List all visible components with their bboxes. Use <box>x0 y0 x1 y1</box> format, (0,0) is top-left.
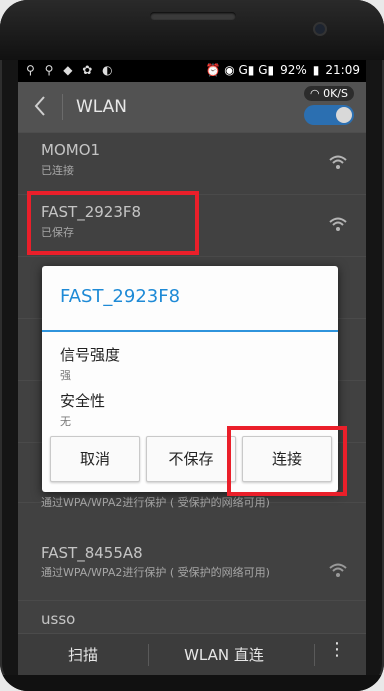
signal-strength-value: 强 <box>60 369 71 382</box>
divider <box>314 644 315 666</box>
earpiece <box>150 12 236 20</box>
status-bar: ⚲ ⚲ ◆ ✿ ◐ ⏰ ◉ G▮ G▮ 92% ▮ 21:09 <box>18 60 366 82</box>
screen: ⚲ ⚲ ◆ ✿ ◐ ⏰ ◉ G▮ G▮ 92% ▮ 21:09 WLAN ◠ 0… <box>18 60 366 675</box>
battery-level: 92% <box>280 63 307 77</box>
page-title: WLAN <box>76 97 128 117</box>
highlight-network-box <box>27 191 199 255</box>
bottom-bar: 扫描 WLAN 直连 ⋮ <box>18 633 366 675</box>
toggle-knob <box>336 107 352 123</box>
cancel-button[interactable]: 取消 <box>50 436 140 482</box>
forget-button[interactable]: 不保存 <box>146 436 236 482</box>
divider <box>62 94 63 120</box>
dialog-title: FAST_2923F8 <box>60 286 181 307</box>
highlight-connect-box <box>227 426 347 496</box>
signal-icons: ⏰ ◉ G▮ G▮ <box>205 63 275 77</box>
more-icon[interactable]: ⋮ <box>328 641 346 659</box>
speed-text: 0K/S <box>323 87 348 100</box>
status-indicators: ⏰ ◉ G▮ G▮ 92% ▮ 21:09 <box>205 63 360 77</box>
notification-icons: ⚲ ⚲ ◆ ✿ ◐ <box>26 63 116 77</box>
battery-icon: ▮ <box>312 63 320 77</box>
signal-strength-label: 信号强度 <box>60 346 121 364</box>
back-icon[interactable] <box>32 95 50 117</box>
wlan-toggle[interactable] <box>304 105 354 125</box>
bottom-bezel <box>0 675 384 691</box>
scan-button[interactable]: 扫描 <box>18 634 148 675</box>
dialog-title-divider <box>42 330 338 332</box>
phone-frame: ⚲ ⚲ ◆ ✿ ◐ ⏰ ◉ G▮ G▮ 92% ▮ 21:09 WLAN ◠ 0… <box>0 0 384 691</box>
security-value: 无 <box>60 415 71 428</box>
top-bezel <box>0 0 384 60</box>
action-bar: WLAN ◠ 0K/S <box>18 82 366 133</box>
speed-indicator: ◠ 0K/S <box>303 86 354 101</box>
clock: 21:09 <box>325 63 360 77</box>
security-label: 安全性 <box>60 392 106 410</box>
front-camera <box>313 22 327 36</box>
wifi-icon: ◠ <box>309 87 320 100</box>
wlan-direct-button[interactable]: WLAN 直连 <box>149 634 299 675</box>
